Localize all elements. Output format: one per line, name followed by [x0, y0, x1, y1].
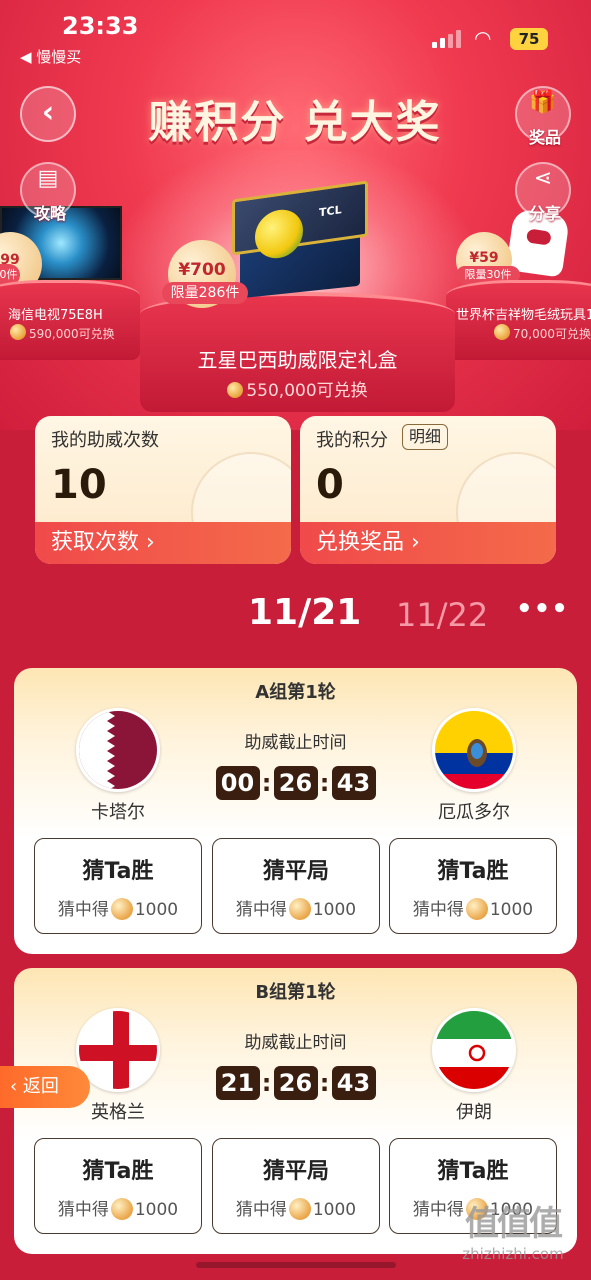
right-prize-points: 70,000可兑换 [494, 324, 591, 342]
return-button[interactable]: ‹ 返回 [0, 1066, 90, 1108]
coin-icon [10, 324, 26, 340]
watermark-url: zhizhizhi.com [462, 1245, 564, 1263]
iran-flag-icon [432, 1008, 516, 1092]
status-bar: 23:33 ◀ 慢慢买 ◠ 75 [0, 0, 591, 70]
home-indicator[interactable] [196, 1262, 396, 1268]
cheer-count-value: 10 [51, 462, 107, 508]
more-icon[interactable]: ••• [516, 594, 569, 624]
bet-reward: 猜中得 1000 [57, 898, 179, 920]
redeem-prizes-button[interactable]: 兑换奖品 › [300, 522, 556, 564]
watermark: 值值值 zhizhizhi.com [438, 1196, 588, 1263]
coin-icon [110, 898, 133, 920]
coin-icon [465, 898, 488, 920]
signal-icon [432, 28, 464, 48]
bet-home-win-button[interactable]: 猜Ta胜 猜中得 1000 [34, 1138, 202, 1234]
main-prize-name: 五星巴西助威限定礼盒 [197, 348, 398, 372]
coin-icon [494, 324, 510, 340]
bet-title: 猜Ta胜 [437, 1159, 509, 1184]
right-prize-name: 世界杯吉祥物毛绒玩具1 [456, 308, 591, 323]
ecuador-flag-icon [432, 708, 516, 792]
main-limit-tag: 限量286件 [162, 282, 248, 304]
points-detail-button[interactable]: 明细 [402, 424, 449, 450]
bet-title: 猜平局 [262, 1159, 329, 1184]
match-card: A组第1轮 卡塔尔 厄瓜多尔 助威截止时间 00:26:43 猜Ta胜 猜中得 1… [14, 668, 577, 954]
bet-reward: 猜中得 1000 [57, 1198, 179, 1220]
bet-away-win-button[interactable]: 猜Ta胜 猜中得 1000 [389, 838, 557, 934]
guide-button[interactable]: ▤ 攻略 [20, 162, 76, 223]
wifi-icon: ◠ [474, 26, 492, 50]
guide-label: 攻略 [33, 204, 66, 223]
watermark-logo: 值值值 [465, 1204, 563, 1244]
away-team-name: 厄瓜多尔 [438, 802, 510, 823]
bet-title: 猜Ta胜 [437, 859, 509, 884]
bet-title: 猜平局 [262, 859, 329, 884]
share-label: 分享 [528, 204, 561, 223]
book-icon: ▤ [37, 166, 59, 191]
bet-draw-button[interactable]: 猜平局 猜中得 1000 [212, 838, 380, 934]
prizes-label: 奖品 [528, 128, 561, 147]
countdown-minutes: 26 [273, 766, 318, 800]
battery-indicator: 75 [510, 28, 548, 50]
bet-title: 猜Ta胜 [82, 859, 154, 884]
date-tab-active[interactable]: 11/21 [248, 592, 361, 633]
status-time: 23:33 [62, 12, 139, 40]
away-team-name: 伊朗 [456, 1102, 492, 1123]
home-team-name: 卡塔尔 [91, 802, 145, 823]
countdown-hours: 00 [215, 766, 260, 800]
match-round: A组第1轮 [255, 682, 336, 703]
share-icon: ⋖ [533, 166, 553, 191]
bet-title: 猜Ta胜 [82, 1159, 154, 1184]
countdown-seconds: 43 [331, 766, 376, 800]
countdown-seconds: 43 [331, 1066, 376, 1100]
bet-reward: 猜中得 1000 [412, 898, 534, 920]
get-cheer-button[interactable]: 获取次数 › [35, 522, 291, 564]
points-value: 0 [316, 462, 344, 508]
countdown-hours: 21 [215, 1066, 260, 1100]
main-prize-points: 550,000可兑换 [140, 376, 455, 401]
prizes-button[interactable]: 🎁 奖品 [515, 86, 571, 147]
box-brand: TCL [319, 203, 342, 220]
cheer-count-card: 我的助威次数 10 获取次数 › [35, 416, 291, 564]
points-card: 我的积分 明细 0 兑换奖品 › [300, 416, 556, 564]
gift-box-image[interactable]: TCL [232, 180, 368, 300]
match-round: B组第1轮 [255, 982, 336, 1003]
bet-reward: 猜中得 1000 [235, 1198, 357, 1220]
bet-home-win-button[interactable]: 猜Ta胜 猜中得 1000 [34, 838, 202, 934]
left-prize-name: 海信电视75E8H [8, 308, 103, 323]
deadline-label: 助威截止时间 [244, 733, 347, 753]
chevron-left-icon: ‹ [41, 95, 55, 130]
coin-icon [110, 1198, 133, 1220]
deadline-label: 助威截止时间 [244, 1033, 347, 1053]
countdown-minutes: 26 [273, 1066, 318, 1100]
coin-icon [288, 1198, 311, 1220]
left-prize-points: 590,000可兑换 [10, 324, 140, 342]
bet-draw-button[interactable]: 猜平局 猜中得 1000 [212, 1138, 380, 1234]
back-button[interactable]: ‹ [20, 86, 76, 142]
coin-icon [288, 898, 311, 920]
points-label: 我的积分 [316, 430, 388, 451]
page-title: 赚积分 兑大奖 [148, 97, 442, 148]
coin-icon [227, 382, 244, 398]
gift-icon: 🎁 [529, 90, 557, 115]
bet-reward: 猜中得 1000 [235, 898, 357, 920]
qatar-flag-icon [76, 708, 160, 792]
share-button[interactable]: ⋖ 分享 [515, 162, 571, 223]
cheer-count-label: 我的助威次数 [51, 430, 159, 451]
countdown-timer: 00:26:43 [194, 766, 397, 800]
date-tab-next[interactable]: 11/22 [396, 596, 488, 634]
back-to-app[interactable]: ◀ 慢慢买 [20, 46, 81, 67]
countdown-timer: 21:26:43 [194, 1066, 397, 1100]
